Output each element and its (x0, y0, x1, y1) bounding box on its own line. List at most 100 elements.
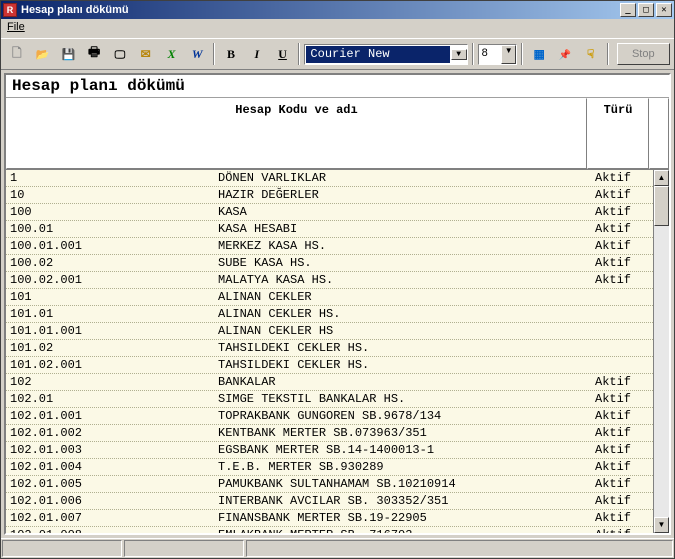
table-row[interactable]: 100.01.001MERKEZ KASA HS.Aktif (6, 238, 653, 255)
status-panel-2 (124, 540, 244, 557)
print-button[interactable] (82, 43, 106, 65)
underline-button[interactable] (271, 43, 295, 65)
close-button[interactable]: ✕ (656, 3, 672, 17)
cell-code: 102.01.003 (6, 442, 218, 458)
titlebar[interactable]: R Hesap planı dökümü _ □ ✕ (1, 1, 674, 19)
size-combo[interactable]: 8 ▼ (478, 44, 518, 65)
table-row[interactable]: 102BANKALARAktif (6, 374, 653, 391)
grid-button[interactable] (527, 43, 551, 65)
stop-button[interactable]: Stop (617, 43, 670, 65)
grid-icon (533, 47, 544, 61)
scroll-thumb[interactable] (654, 186, 669, 226)
cell-type: Aktif (591, 442, 653, 458)
excel-button[interactable] (160, 43, 184, 65)
cell-code: 102.01.004 (6, 459, 218, 475)
chevron-down-icon[interactable]: ▼ (451, 49, 467, 60)
cell-type: Aktif (591, 170, 653, 186)
cell-type (591, 289, 653, 305)
column-header-code-name[interactable]: Hesap Kodu ve adı (6, 98, 587, 169)
cell-code: 102.01.008 (6, 527, 218, 533)
table-row[interactable]: 102.01SIMGE TEKSTIL BANKALAR HS.Aktif (6, 391, 653, 408)
hand-icon (587, 47, 594, 61)
cell-code: 102.01.002 (6, 425, 218, 441)
maximize-button[interactable]: □ (638, 3, 654, 17)
cell-type: Aktif (591, 527, 653, 533)
minimize-button[interactable]: _ (620, 3, 636, 17)
cell-type: Aktif (591, 408, 653, 424)
table-row[interactable]: 100.01KASA HESABIAktif (6, 221, 653, 238)
mail-button[interactable] (134, 43, 158, 65)
save-button[interactable] (57, 43, 81, 65)
table-row[interactable]: 101.02TAHSILDEKI CEKLER HS. (6, 340, 653, 357)
cell-name: TOPRAKBANK GUNGOREN SB.9678/134 (218, 408, 591, 424)
italic-button[interactable] (245, 43, 269, 65)
mail-icon (141, 47, 151, 61)
table-row[interactable]: 101.01.001ALINAN CEKLER HS (6, 323, 653, 340)
status-panel-3 (246, 540, 673, 557)
table-row[interactable]: 100.02.001MALATYA KASA HS.Aktif (6, 272, 653, 289)
toolbar: Courier New ▼ 8 ▼ Stop (1, 38, 674, 70)
preview-button[interactable] (108, 43, 132, 65)
word-button[interactable] (185, 43, 209, 65)
separator (298, 43, 300, 65)
font-combo[interactable]: Courier New ▼ (304, 44, 467, 65)
table-row[interactable]: 101.02.001TAHSILDEKI CEKLER HS. (6, 357, 653, 374)
open-button[interactable] (31, 43, 55, 65)
cell-name: ALINAN CEKLER HS (218, 323, 591, 339)
cell-name: PAMUKBANK SULTANHAMAM SB.10210914 (218, 476, 591, 492)
cell-type: Aktif (591, 238, 653, 254)
cell-code: 100.01 (6, 221, 218, 237)
cell-type: Aktif (591, 374, 653, 390)
new-button[interactable] (5, 43, 29, 65)
table-row[interactable]: 102.01.006INTERBANK AVCILAR SB. 303352/3… (6, 493, 653, 510)
report-area: Hesap planı dökümü Hesap Kodu ve adı Tür… (4, 73, 671, 535)
table-row[interactable]: 102.01.008EMLAKBANK MERTER SB. 716703Akt… (6, 527, 653, 533)
table-row[interactable]: 102.01.007FINANSBANK MERTER SB.19-22905A… (6, 510, 653, 527)
scroll-up-button[interactable]: ▲ (654, 170, 669, 186)
cell-type (591, 306, 653, 322)
cell-code: 102.01.006 (6, 493, 218, 509)
table-row[interactable]: 102.01.004T.E.B. MERTER SB.930289Aktif (6, 459, 653, 476)
scroll-track[interactable] (654, 186, 669, 517)
table-row[interactable]: 100.02SUBE KASA HS.Aktif (6, 255, 653, 272)
table-row[interactable]: 102.01.001TOPRAKBANK GUNGOREN SB.9678/13… (6, 408, 653, 425)
vertical-scrollbar[interactable]: ▲ ▼ (653, 170, 669, 533)
cell-type: Aktif (591, 425, 653, 441)
table-row[interactable]: 101.01ALINAN CEKLER HS. (6, 306, 653, 323)
column-header-type[interactable]: Türü (587, 98, 649, 169)
cell-code: 10 (6, 187, 218, 203)
print-icon (88, 43, 100, 65)
menu-file[interactable]: File (7, 21, 25, 33)
chevron-down-icon[interactable]: ▼ (501, 45, 516, 64)
cell-name: MERKEZ KASA HS. (218, 238, 591, 254)
column-header-spacer (649, 98, 669, 169)
cell-name: KENTBANK MERTER SB.073963/351 (218, 425, 591, 441)
table-row[interactable]: 102.01.002KENTBANK MERTER SB.073963/351A… (6, 425, 653, 442)
table-row[interactable]: 102.01.003EGSBANK MERTER SB.14-1400013-1… (6, 442, 653, 459)
table-row[interactable]: 102.01.005PAMUKBANK SULTANHAMAM SB.10210… (6, 476, 653, 493)
scroll-down-button[interactable]: ▼ (654, 517, 669, 533)
cell-code: 100.01.001 (6, 238, 218, 254)
bold-icon (227, 47, 235, 62)
cell-code: 101.01 (6, 306, 218, 322)
cell-name: BANKALAR (218, 374, 591, 390)
hand-button[interactable] (579, 43, 603, 65)
cell-type: Aktif (591, 391, 653, 407)
cell-type (591, 323, 653, 339)
cell-name: MALATYA KASA HS. (218, 272, 591, 288)
bold-button[interactable] (219, 43, 243, 65)
statusbar (1, 538, 674, 558)
pin-button[interactable] (553, 43, 577, 65)
report-header: Hesap Kodu ve adı Türü (6, 98, 669, 170)
cell-code: 101.02 (6, 340, 218, 356)
cell-code: 1 (6, 170, 218, 186)
table-row[interactable]: 1DÖNEN VARLIKLARAktif (6, 170, 653, 187)
cell-code: 102.01.007 (6, 510, 218, 526)
table-row[interactable]: 101ALINAN CEKLER (6, 289, 653, 306)
cell-type: Aktif (591, 459, 653, 475)
table-row[interactable]: 10HAZIR DEĞERLERAktif (6, 187, 653, 204)
cell-name: TAHSILDEKI CEKLER HS. (218, 340, 591, 356)
cell-code: 102.01.005 (6, 476, 218, 492)
table-row[interactable]: 100KASAAktif (6, 204, 653, 221)
report-title: Hesap planı dökümü (6, 75, 669, 98)
